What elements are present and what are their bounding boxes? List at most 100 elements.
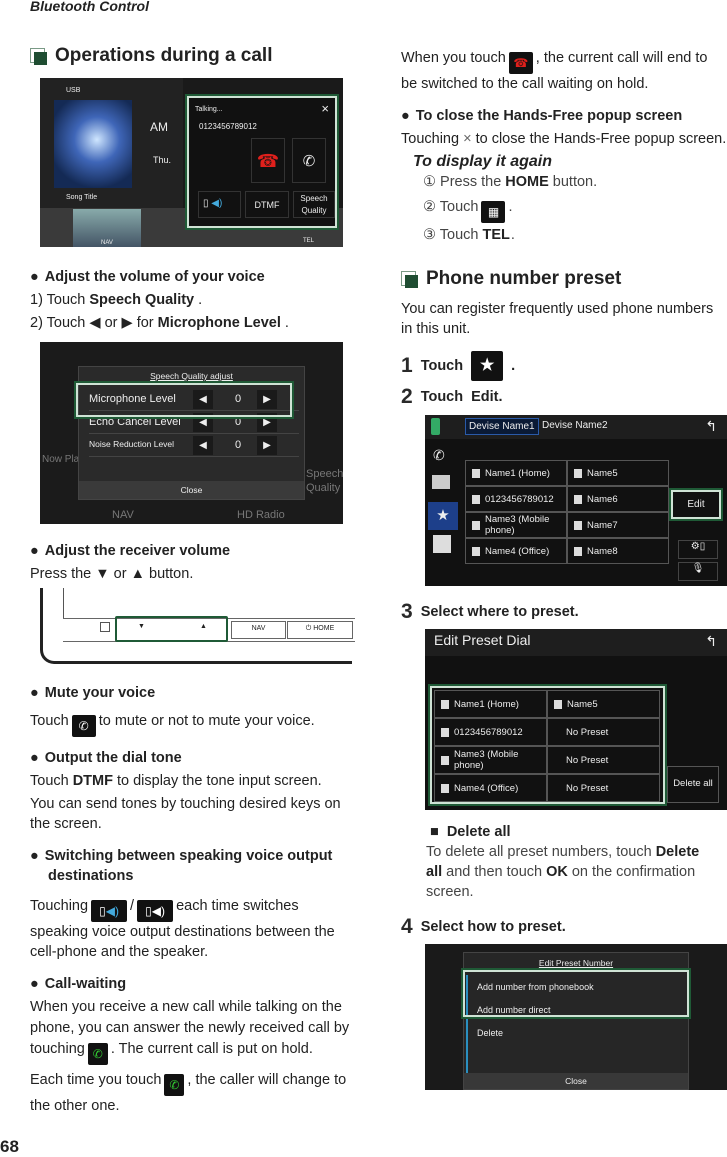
preset-cell[interactable]: Name8 [567,538,669,564]
device-tab-1[interactable]: Devise Name1 [465,418,539,435]
close-button[interactable]: Close [79,481,304,499]
preset-cell[interactable]: 0123456789012 [434,718,547,746]
sub-heading: ■ Delete all [430,824,511,840]
body-text: You can send tones by touching desired k… [30,796,341,832]
sq-row-value: 0 [235,439,242,451]
running-header: Bluetooth Control [30,0,149,14]
preset-cell-label: Name7 [587,519,618,531]
voice-icon[interactable]: 🎙 [678,562,718,581]
preset-cell-label: Name8 [587,545,618,557]
nav-button[interactable]: NAV [231,621,286,639]
body-text: Each time you touch ✆, the caller will ch… [30,1072,347,1114]
volume-down-button[interactable]: ▼ [138,623,145,630]
numbered-step: ③ Touch TEL. [423,227,515,243]
highlight-microphone-level [74,381,294,419]
day-label: Thu. [153,155,172,165]
call-screen-image: USB AM Thu. Song Title NAV TEL Talking..… [40,78,343,247]
preset-cell[interactable]: Name7 [567,512,669,538]
preset-cell[interactable]: Name3 (Mobile phone) [465,512,567,538]
contact-type-icon [574,546,582,556]
sq-row-label: Noise Reduction Level [89,439,175,449]
preset-cell[interactable]: No Preset [547,774,660,802]
contact-type-icon [574,468,582,478]
bg-hd-radio: HD Radio [237,509,285,521]
contact-type-icon [554,699,562,709]
delete-all-button[interactable]: Delete all [667,766,719,803]
phonebook-tab[interactable] [432,475,450,489]
preset-cell[interactable]: Name4 (Office) [434,774,547,802]
grid-menu-icon: ▦ [481,201,506,223]
contact-type-icon [472,520,480,530]
preset-cell-label: Name1 (Home) [485,467,550,479]
body-text: Touch DTMF to display the tone input scree… [30,773,322,789]
delete-item[interactable]: Delete [477,1028,503,1038]
contact-type-icon [472,494,480,504]
edit-preset-dial-screen-image: Edit Preset Dial ↰ Name1 (Home) Name5 0123… [425,629,727,810]
dialpad-tab[interactable] [433,535,451,553]
back-icon[interactable]: ↰ [705,633,717,650]
contact-type-icon [574,494,582,504]
step-1: 1 Touch ★. [401,351,727,381]
preset-cell[interactable]: No Preset [547,746,660,774]
up-arrow-icon: ▲ [130,566,145,582]
mute-button[interactable]: ✆ [292,138,326,183]
bullet-heading: Mute your voice [30,683,352,703]
edit-button[interactable]: Edit [669,488,723,521]
sub-heading: To display it again [413,153,552,170]
section-square-icon [30,47,47,65]
output-toggle-button[interactable]: ▯ ◀) [198,191,241,218]
call-history-tab[interactable]: ✆ [433,447,445,464]
contact-type-icon [472,468,480,478]
preset-cell[interactable]: Name5 [547,690,660,718]
home-button[interactable]: ⏻ HOME [287,621,353,639]
sq-row-label: Echo Cancel Level [89,416,181,428]
device-tab-2[interactable]: Devise Name2 [539,418,611,433]
speaker-output-icon: ▯◀) [137,900,174,922]
preset-cell[interactable]: Name4 (Office) [465,538,567,564]
numbered-step: ① Press the HOME button. [423,174,598,190]
increase-button[interactable]: ▶ [257,436,277,455]
dialog-title: Speech Quality adjust [150,371,233,381]
answer-call-icon: ✆ [164,1074,185,1096]
preset-cell[interactable]: No Preset [547,718,660,746]
step-4: 4 Select how to preset. [401,915,566,938]
answer-call-icon: ✆ [87,1043,108,1065]
step-text: 1) Touch Speech Quality. [30,292,203,308]
preset-cell-label: Name4 (Office) [485,545,550,557]
call-status: Talking... [195,106,223,113]
dtmf-button[interactable]: DTMF [245,191,289,218]
preset-cell-label: Name1 (Home) [454,698,519,710]
preset-cell[interactable]: Name1 (Home) [434,690,547,718]
decrease-button[interactable]: ◀ [193,436,213,455]
close-x-icon: × [463,131,472,147]
edit-preset-number-screen-image: Edit Preset Number Add number from phone… [425,944,727,1090]
preset-cell-label: Name3 (Mobile phone) [454,749,519,771]
bg-speech-quality: Speech Quality [306,468,343,494]
body-text: Press the ▼ or ▲ button. [30,566,194,582]
preset-cell[interactable]: 0123456789012 [465,486,567,512]
body-text: Touching ▯◀) / ▯◀) each time switches speaki… [30,898,335,960]
preset-tab[interactable]: ★ [428,502,458,530]
back-icon[interactable]: ↰ [705,418,717,435]
tel-label[interactable]: TEL [303,238,314,244]
bullet-heading: Call-waiting [30,974,352,994]
album-art [54,100,132,188]
close-button[interactable]: Close [464,1073,688,1089]
close-icon[interactable]: × [321,101,329,116]
preset-cell[interactable]: Name6 [567,486,669,512]
body-text: Touching × to close the Hands-Free popup… [401,131,727,147]
bg-nav: NAV [112,509,134,521]
speech-quality-button[interactable]: Speech Quality [293,191,335,218]
contact-type-icon [472,546,480,556]
nav-tile[interactable]: NAV [73,209,141,247]
volume-buttons[interactable]: ▼ ▲ [115,616,228,642]
contact-type-icon [574,520,582,530]
preset-cell[interactable]: Name1 (Home) [465,460,567,486]
end-call-button[interactable]: ☎ [251,138,285,183]
preset-cell[interactable]: Name5 [567,460,669,486]
volume-up-button[interactable]: ▲ [200,623,207,630]
highlight-add-options [461,968,691,1019]
right-arrow-icon: ▶ [121,315,133,331]
settings-icon[interactable]: ⚙▯ [678,540,718,559]
preset-cell[interactable]: Name3 (Mobile phone) [434,746,547,774]
